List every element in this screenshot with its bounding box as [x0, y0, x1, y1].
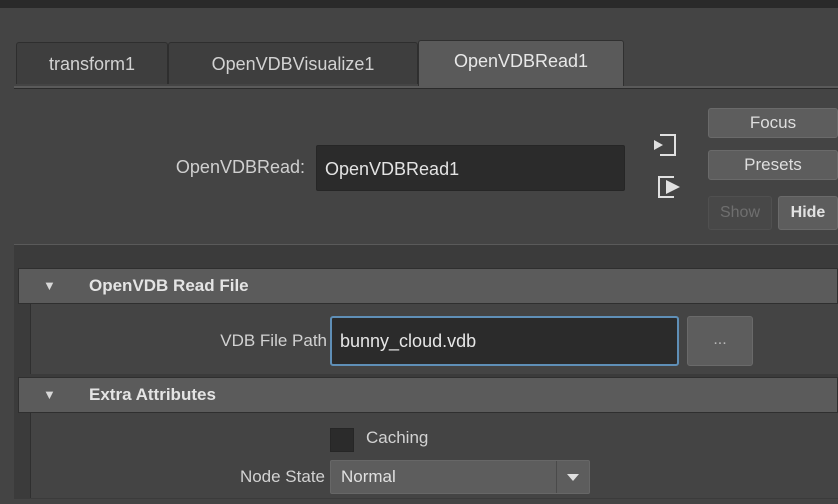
chevron-down-icon[interactable] — [556, 461, 589, 493]
section-title: OpenVDB Read File — [89, 276, 249, 295]
section-extra-attributes[interactable]: ▼ Extra Attributes — [18, 377, 838, 413]
tab-openvdbvisualize1[interactable]: OpenVDBVisualize1 — [168, 42, 418, 84]
hide-button[interactable]: Hide — [778, 196, 838, 230]
node-name-label: OpenVDBRead: — [175, 157, 305, 177]
tab-label: OpenVDBRead1 — [453, 51, 589, 71]
browse-button[interactable]: ... — [687, 316, 753, 366]
collapse-triangle-icon[interactable]: ▼ — [43, 269, 56, 303]
node-name-field[interactable]: OpenVDBRead1 — [316, 145, 625, 191]
tab-label: transform1 — [48, 54, 136, 74]
vdb-file-path-label: VDB File Path — [220, 331, 327, 350]
tab-transform1[interactable]: transform1 — [16, 42, 168, 84]
node-state-dropdown[interactable]: Normal — [330, 460, 590, 494]
input-connection-icon[interactable] — [650, 132, 680, 158]
tab-openvdbread1[interactable]: OpenVDBRead1 — [418, 40, 624, 86]
focus-button[interactable]: Focus — [708, 108, 838, 138]
node-state-label: Node State — [239, 467, 325, 486]
section-openvdb-read-file[interactable]: ▼ OpenVDB Read File — [18, 268, 838, 304]
vdb-file-path-value: bunny_cloud.vdb — [340, 331, 477, 351]
caching-checkbox[interactable] — [330, 428, 354, 452]
node-state-value: Normal — [341, 467, 396, 486]
window-top-border — [0, 0, 838, 8]
section-title: Extra Attributes — [89, 385, 216, 404]
tab-divider-shadow — [14, 88, 838, 89]
tab-label: OpenVDBVisualize1 — [211, 54, 375, 74]
presets-button[interactable]: Presets — [708, 150, 838, 180]
vdb-file-path-input[interactable]: bunny_cloud.vdb — [330, 316, 679, 366]
caching-label: Caching — [366, 428, 429, 447]
collapse-triangle-icon[interactable]: ▼ — [43, 378, 56, 412]
output-connection-icon[interactable] — [656, 174, 686, 200]
show-button[interactable]: Show — [708, 196, 772, 230]
